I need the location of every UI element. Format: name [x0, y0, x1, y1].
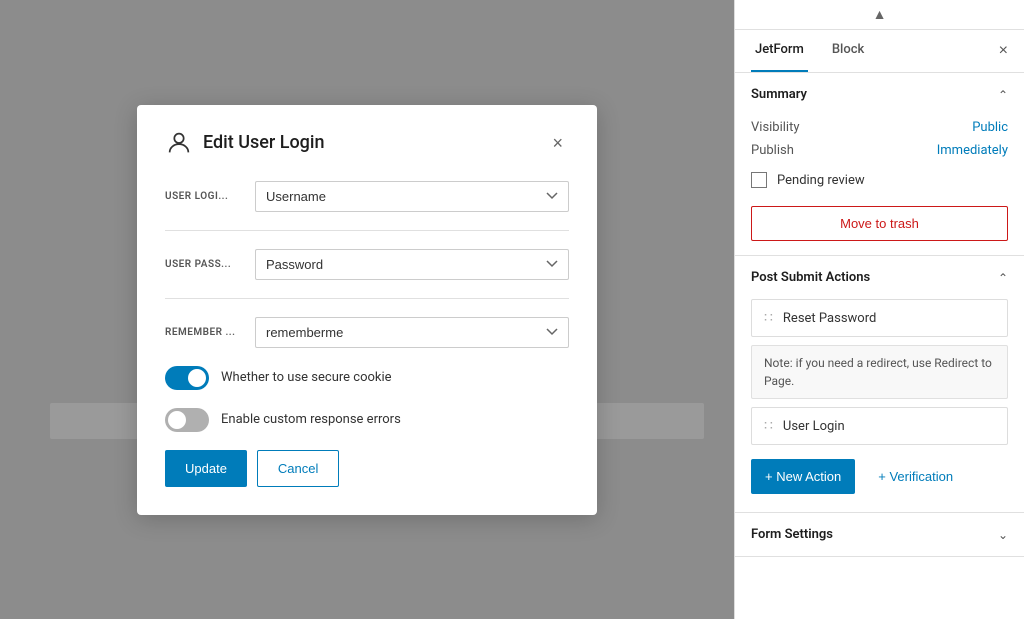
visibility-row: Visibility Public: [735, 116, 1024, 139]
summary-section: Summary ⌃ Visibility Public Publish Imme…: [735, 73, 1024, 256]
action-user-login[interactable]: ∷ User Login: [751, 407, 1008, 445]
modal-overlay: Edit User Login × USER LOGI... Username …: [0, 0, 734, 619]
secure-cookie-row: Whether to use secure cookie: [165, 366, 569, 390]
cancel-button[interactable]: Cancel: [257, 450, 339, 487]
action-reset-password[interactable]: ∷ Reset Password: [751, 299, 1008, 337]
visibility-value[interactable]: Public: [972, 120, 1008, 135]
redirect-note: Note: if you need a redirect, use Redire…: [751, 345, 1008, 399]
user-login-field-row: USER LOGI... Username Email Username or …: [165, 181, 569, 212]
psa-chevron-icon: ⌃: [998, 271, 1008, 285]
user-pass-field-row: USER PASS... Password: [165, 249, 569, 280]
right-sidebar: ▲ JetForm Block × Summary ⌃ Visibility P…: [734, 0, 1024, 619]
pending-review-row: Pending review: [735, 162, 1024, 198]
sidebar-tabs: JetForm Block ×: [735, 30, 1024, 73]
verification-button[interactable]: + Verification: [863, 459, 968, 494]
dialog-header: Edit User Login ×: [165, 129, 569, 157]
new-action-button[interactable]: + New Action: [751, 459, 855, 494]
custom-response-row: Enable custom response errors: [165, 408, 569, 432]
secure-cookie-label: Whether to use secure cookie: [221, 370, 392, 385]
divider-1: [165, 230, 569, 231]
psa-section-header[interactable]: Post Submit Actions ⌃: [735, 256, 1024, 299]
psa-content: ∷ Reset Password Note: if you need a red…: [735, 299, 1024, 512]
user-pass-select[interactable]: Password: [255, 249, 569, 280]
form-settings-chevron-icon: ⌄: [998, 528, 1008, 542]
publish-value[interactable]: Immediately: [937, 143, 1008, 158]
form-settings-title: Form Settings: [751, 527, 833, 542]
remember-me-label: REMEMBER ...: [165, 327, 255, 338]
custom-response-label: Enable custom response errors: [221, 412, 401, 427]
summary-chevron-icon: ⌃: [998, 88, 1008, 102]
sidebar-close-button[interactable]: ×: [999, 30, 1008, 72]
pending-review-checkbox[interactable]: [751, 172, 767, 188]
update-button[interactable]: Update: [165, 450, 247, 487]
edit-user-login-dialog: Edit User Login × USER LOGI... Username …: [137, 105, 597, 515]
form-settings-section: Form Settings ⌄: [735, 513, 1024, 557]
pending-review-label: Pending review: [777, 173, 865, 188]
secure-cookie-toggle[interactable]: [165, 366, 209, 390]
user-pass-label: USER PASS...: [165, 259, 255, 270]
form-settings-header[interactable]: Form Settings ⌄: [735, 513, 1024, 556]
sidebar-scroll-indicator: ▲: [735, 0, 1024, 30]
tab-block[interactable]: Block: [828, 30, 868, 72]
drag-handle-icon: ∷: [764, 310, 773, 326]
dialog-buttons: Update Cancel: [165, 450, 569, 487]
psa-title: Post Submit Actions: [751, 270, 870, 285]
divider-2: [165, 298, 569, 299]
action-label-reset-password: Reset Password: [783, 311, 876, 326]
psa-buttons-row: + New Action + Verification: [735, 449, 1024, 498]
user-login-select[interactable]: Username Email Username or Email: [255, 181, 569, 212]
dialog-title: Edit User Login: [203, 132, 546, 153]
user-icon: [165, 129, 193, 157]
summary-section-header[interactable]: Summary ⌃: [735, 73, 1024, 116]
up-arrow-icon: ▲: [873, 6, 887, 23]
publish-row: Publish Immediately: [735, 139, 1024, 162]
publish-label: Publish: [751, 143, 937, 158]
post-submit-actions-section: Post Submit Actions ⌃ ∷ Reset Password N…: [735, 256, 1024, 513]
remember-me-select[interactable]: rememberme: [255, 317, 569, 348]
dialog-close-button[interactable]: ×: [546, 132, 569, 154]
remember-me-field-row: REMEMBER ... rememberme: [165, 317, 569, 348]
custom-response-toggle[interactable]: [165, 408, 209, 432]
summary-title: Summary: [751, 87, 807, 102]
tab-jetform[interactable]: JetForm: [751, 30, 808, 72]
visibility-label: Visibility: [751, 120, 972, 135]
action-label-user-login: User Login: [783, 419, 845, 434]
user-login-label: USER LOGI...: [165, 191, 255, 202]
drag-handle-icon-2: ∷: [764, 418, 773, 434]
move-to-trash-button[interactable]: Move to trash: [751, 206, 1008, 241]
